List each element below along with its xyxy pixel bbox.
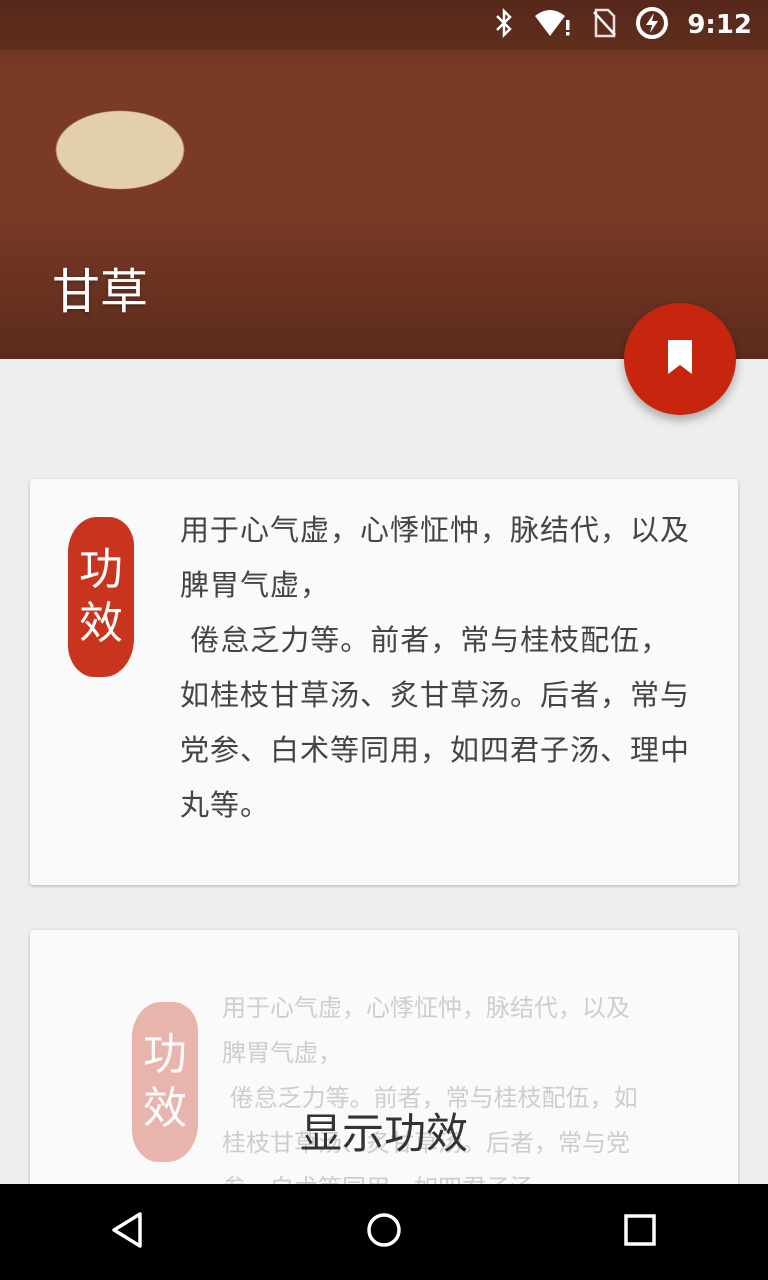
efficacy-card: 功 效 用于心气虚，心悸怔忡，脉结代，以及脾胃气虚， 倦怠乏力等。前者，常与桂枝… [30,479,738,885]
back-button[interactable] [78,1184,178,1280]
seal-char: 功 [79,544,123,595]
bookmark-button[interactable] [624,303,736,415]
efficacy-seal: 功 效 [68,517,134,677]
show-efficacy-button[interactable]: 显示功效 [30,1100,738,1161]
home-icon [364,1210,404,1254]
efficacy-description: 用于心气虚，心悸怔忡，脉结代，以及脾胃气虚， 倦怠乏力等。前者，常与桂枝配伍，如… [180,513,691,822]
navigation-bar [0,1184,768,1280]
seal-char: 效 [79,598,123,649]
status-bar: 9:12 [0,0,768,50]
status-time: 9:12 [687,10,752,40]
efficacy-description-faded: 用于心气虚，心悸怔忡，脉结代，以及脾胃气虚， 倦怠乏力等。前者，常与桂枝配伍，如… [222,994,638,1202]
recents-button[interactable] [590,1184,690,1280]
bluetooth-icon [493,7,515,42]
recents-icon [620,1210,660,1254]
home-button[interactable] [334,1184,434,1280]
seal-char: 功 [143,1029,187,1080]
page-title: 甘草 [52,264,149,320]
no-sim-icon [591,8,617,42]
battery-charging-icon [635,6,669,44]
bookmark-icon [666,338,694,380]
show-efficacy-card[interactable]: 功 效 用于心气虚，心悸怔忡，脉结代，以及脾胃气虚， 倦怠乏力等。前者，常与桂枝… [30,930,738,1210]
wifi-alert-icon [533,8,573,42]
back-icon [108,1210,148,1254]
